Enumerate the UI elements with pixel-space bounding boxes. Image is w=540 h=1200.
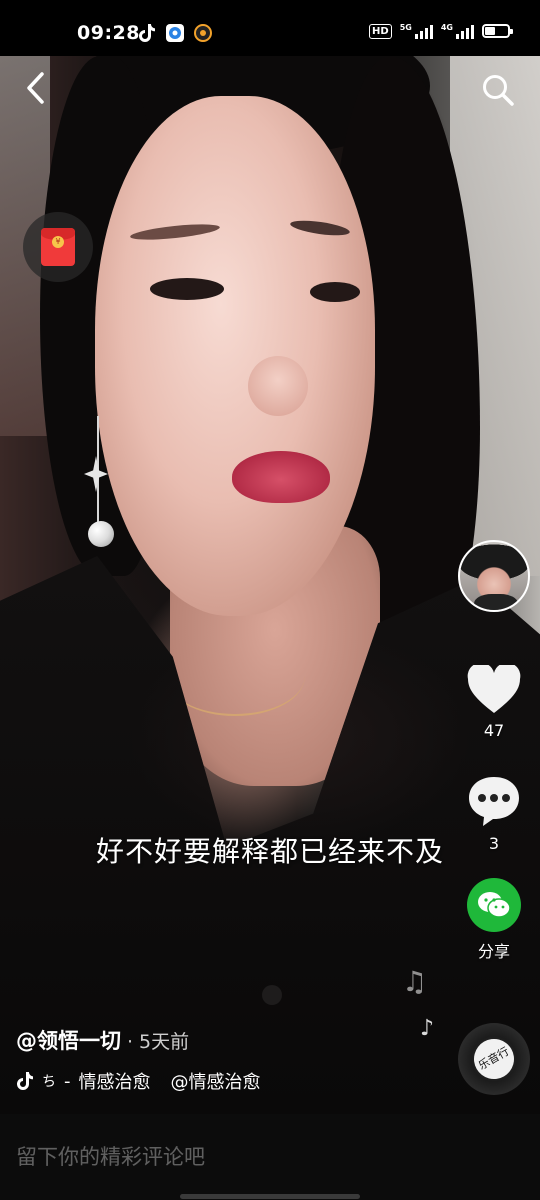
- red-packet-icon: ¥: [41, 228, 75, 266]
- home-indicator: [180, 1194, 360, 1199]
- eye-shape: [150, 278, 224, 300]
- tag-row: ち - 情感治愈 @情感治愈: [16, 1068, 261, 1094]
- comment-input[interactable]: [16, 1140, 436, 1174]
- status-app-icons: [138, 24, 212, 42]
- post-time: 5天前: [139, 1031, 190, 1053]
- like-button[interactable]: 47: [459, 665, 529, 740]
- status-indicators: HD 5G 4G: [369, 23, 513, 39]
- orange-circle-app-icon: [194, 24, 212, 42]
- signal-4g-icon: 4G: [441, 23, 474, 39]
- battery-level: [485, 27, 495, 35]
- earring-pearl: [88, 521, 114, 547]
- nose-shape: [248, 356, 308, 416]
- face-shape: [95, 96, 375, 616]
- jacket-button: [262, 985, 282, 1005]
- music-disc-button[interactable]: 乐音行: [458, 1023, 530, 1095]
- heart-icon: [467, 665, 521, 713]
- music-disc-label: 乐音行: [466, 1031, 522, 1087]
- status-bar: 09:28 HD 5G 4G: [0, 0, 540, 56]
- search-icon: [483, 75, 514, 106]
- share-wechat-button[interactable]: 分享: [459, 878, 529, 962]
- chevron-left-icon: [27, 72, 44, 104]
- author-row: @领悟一切 · 5天前: [16, 1025, 189, 1055]
- author-avatar[interactable]: [458, 540, 530, 612]
- status-time: 09:28: [77, 22, 140, 44]
- eye-shape: [310, 282, 360, 302]
- author-name[interactable]: @领悟一切: [16, 1025, 121, 1055]
- time-separator: ·: [127, 1031, 134, 1053]
- red-packet-button[interactable]: ¥: [23, 212, 93, 282]
- search-button[interactable]: [478, 70, 518, 110]
- battery-icon: [482, 24, 513, 38]
- comment-bubble-icon: [469, 777, 519, 826]
- signal-5g-icon: 5G: [400, 23, 433, 39]
- tiktok-icon: [138, 24, 156, 42]
- music-note-icon: ♫: [402, 965, 428, 998]
- tiktok-icon: [16, 1072, 34, 1090]
- back-button[interactable]: [15, 68, 55, 108]
- music-note-icon: ♪: [420, 1016, 435, 1041]
- blue-circle-app-icon: [166, 24, 184, 42]
- wechat-icon: [467, 878, 521, 932]
- lips-shape: [232, 451, 330, 503]
- like-count: 47: [483, 721, 505, 740]
- hd-badge: HD: [369, 23, 392, 39]
- tag-prefix: ち: [42, 1074, 56, 1090]
- mention-tag[interactable]: @情感治愈: [171, 1068, 261, 1094]
- video-subtitle: 好不好要解释都已经来不及: [95, 835, 444, 868]
- share-label: 分享: [477, 942, 510, 961]
- topic-tag[interactable]: 情感治愈: [79, 1068, 151, 1094]
- tag-separator: -: [64, 1070, 71, 1092]
